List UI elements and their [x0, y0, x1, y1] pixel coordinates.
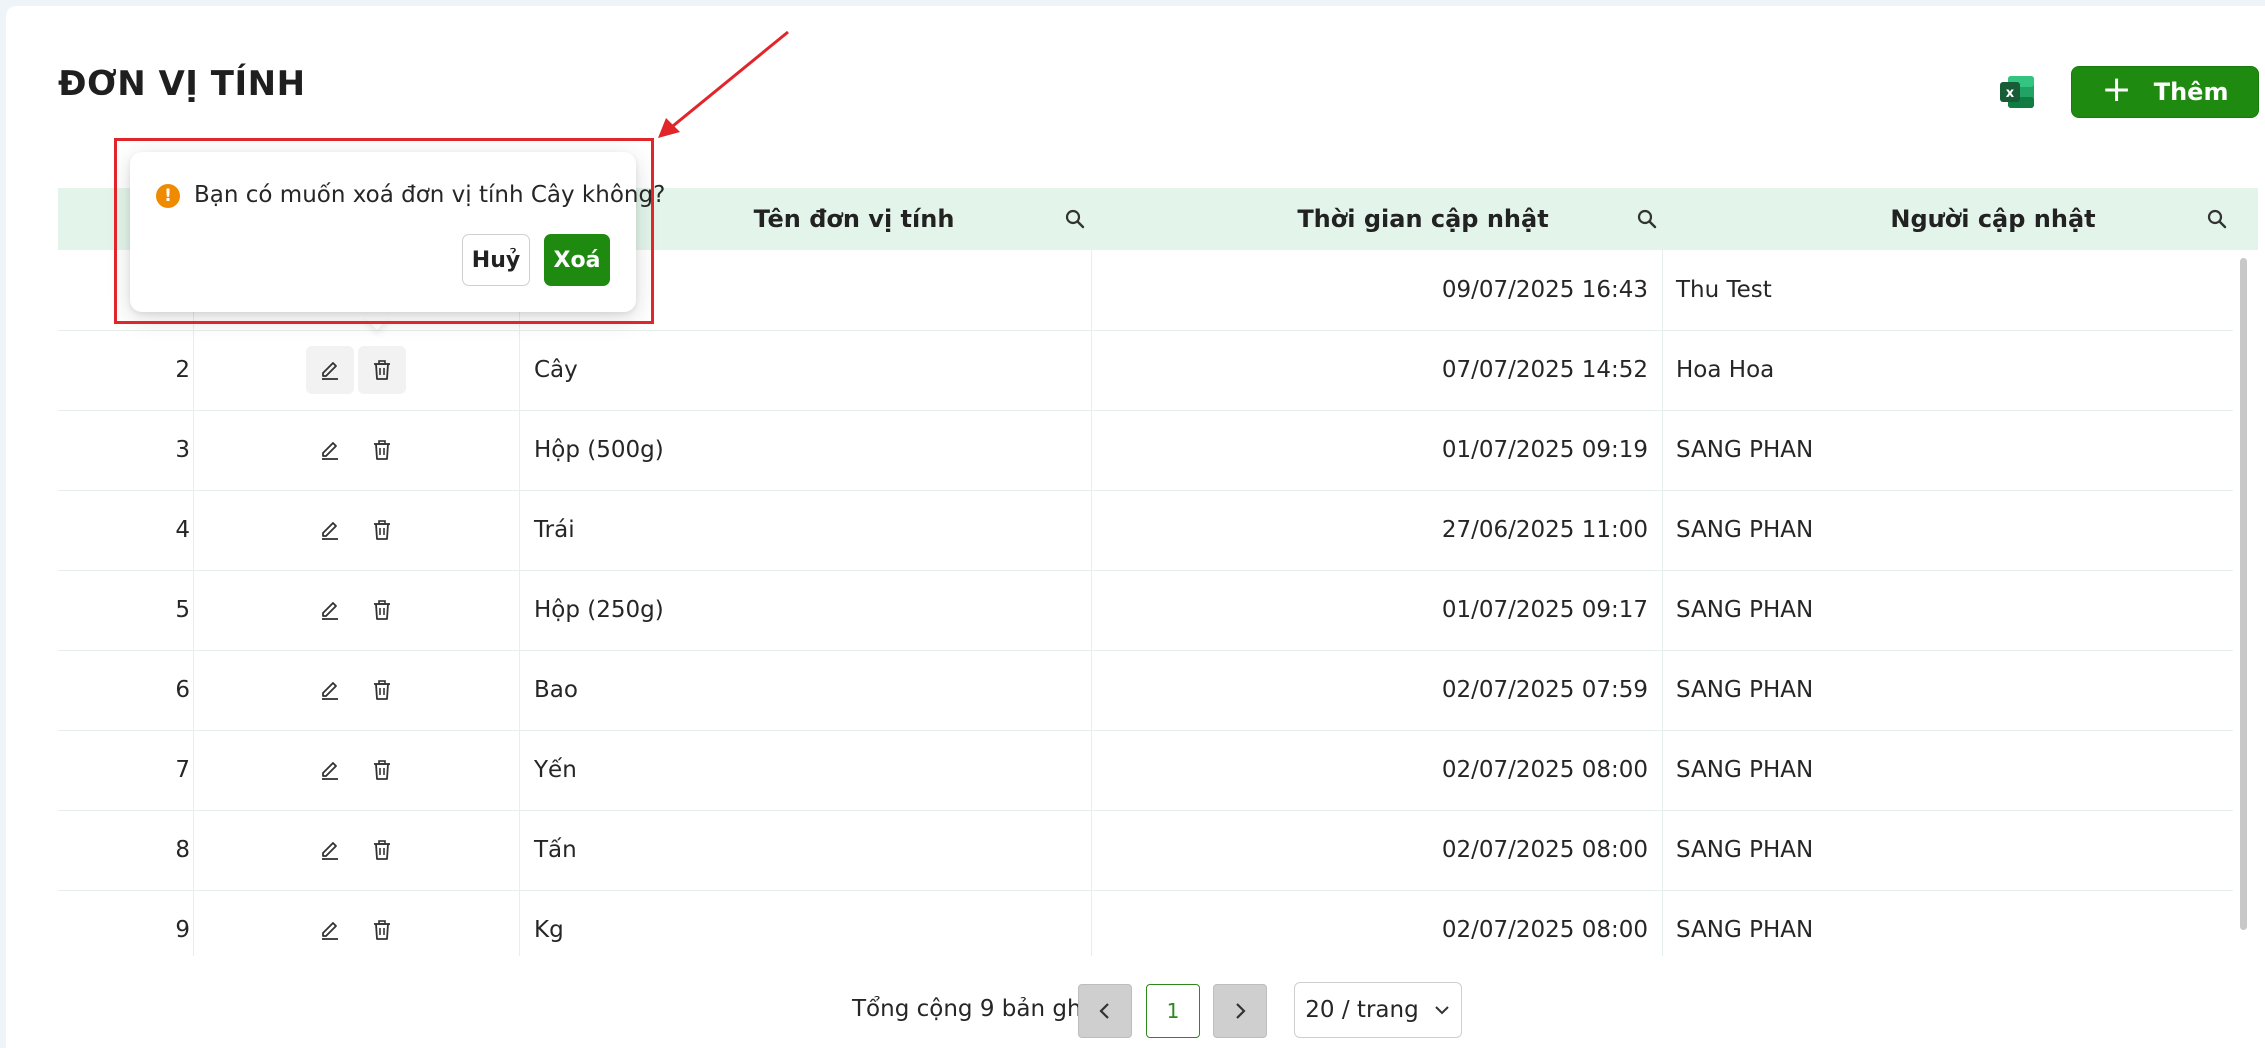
- row-updated-time: 02/07/2025 07:59: [1441, 677, 1648, 703]
- edit-icon[interactable]: [306, 346, 354, 394]
- delete-icon[interactable]: [358, 746, 406, 794]
- search-icon[interactable]: [1064, 208, 1086, 230]
- cancel-button[interactable]: Huỷ: [462, 234, 530, 286]
- row-updated-time: 07/07/2025 14:52: [1441, 357, 1648, 383]
- row-updated-by: SANG PHAN: [1676, 837, 1814, 863]
- edit-icon[interactable]: [306, 746, 354, 794]
- confirm-delete-button[interactable]: Xoá: [544, 234, 610, 286]
- popover-message: Bạn có muốn xoá đơn vị tính Cây không?: [194, 182, 666, 208]
- table-row: 4 Trái 27/06/2025 11:00 SANG PHAN: [58, 490, 2233, 571]
- edit-icon[interactable]: [306, 586, 354, 634]
- row-updated-by: SANG PHAN: [1676, 677, 1814, 703]
- edit-icon[interactable]: [306, 506, 354, 554]
- row-unit-name: Bao: [534, 677, 578, 703]
- chevron-right-icon: [1236, 1003, 1246, 1019]
- row-updated-by: SANG PHAN: [1676, 517, 1814, 543]
- row-updated-by: SANG PHAN: [1676, 757, 1814, 783]
- edit-icon[interactable]: [306, 906, 354, 954]
- row-unit-name: Trái: [534, 517, 575, 543]
- delete-confirm-popover: ! Bạn có muốn xoá đơn vị tính Cây không?…: [130, 152, 665, 312]
- table-row: 3 Hộp (500g) 01/07/2025 09:19 SANG PHAN: [58, 410, 2233, 491]
- row-stt: 3: [175, 437, 190, 463]
- edit-icon[interactable]: [306, 666, 354, 714]
- chevron-down-icon: [1434, 1006, 1449, 1015]
- delete-icon[interactable]: [358, 506, 406, 554]
- row-unit-name: Yến: [534, 757, 577, 783]
- row-unit-name: Cây: [534, 357, 578, 383]
- delete-icon[interactable]: [358, 346, 406, 394]
- edit-icon[interactable]: [306, 826, 354, 874]
- add-button[interactable]: + Thêm: [2071, 66, 2259, 118]
- row-unit-name: Hộp (500g): [534, 437, 664, 463]
- row-unit-name: Tấn: [534, 837, 577, 863]
- table-row: 6 Bao 02/07/2025 07:59 SANG PHAN: [58, 650, 2233, 731]
- prev-page-button[interactable]: [1078, 984, 1132, 1038]
- total-records-label: Tổng cộng 9 bản ghi: [852, 996, 1088, 1022]
- chevron-left-icon: [1099, 1003, 1109, 1019]
- warning-icon: !: [156, 184, 180, 208]
- row-updated-time: 02/07/2025 08:00: [1441, 837, 1648, 863]
- row-updated-time: 01/07/2025 09:19: [1441, 437, 1648, 463]
- row-stt: 8: [175, 837, 190, 863]
- delete-icon[interactable]: [358, 906, 406, 954]
- table-row: 7 Yến 02/07/2025 08:00 SANG PHAN: [58, 730, 2233, 811]
- page-size-select[interactable]: 20 / trang: [1294, 982, 1462, 1038]
- next-page-button[interactable]: [1213, 984, 1267, 1038]
- search-icon[interactable]: [1636, 208, 1658, 230]
- row-updated-by: Thu Test: [1676, 277, 1772, 303]
- row-updated-by: SANG PHAN: [1676, 597, 1814, 623]
- delete-icon[interactable]: [358, 586, 406, 634]
- edit-icon[interactable]: [306, 426, 354, 474]
- row-updated-time: 02/07/2025 08:00: [1441, 917, 1648, 943]
- row-updated-by: Hoa Hoa: [1676, 357, 1775, 383]
- row-unit-name: Hộp (250g): [534, 597, 664, 623]
- page-size-value: 20 / trang: [1305, 997, 1419, 1023]
- table-body: 09/07/2025 16:43 Thu Test 2 Cây 07/07/2025 1…: [58, 250, 2233, 956]
- delete-icon[interactable]: [358, 426, 406, 474]
- table-row: 9 Kg 02/07/2025 08:00 SANG PHAN: [58, 890, 2233, 956]
- table-row: 2 Cây 07/07/2025 14:52 Hoa Hoa: [58, 330, 2233, 411]
- page-title: ĐƠN VỊ TÍNH: [58, 64, 306, 104]
- row-updated-by: SANG PHAN: [1676, 437, 1814, 463]
- table-row: 5 Hộp (250g) 01/07/2025 09:17 SANG PHAN: [58, 570, 2233, 651]
- row-stt: 2: [175, 357, 190, 383]
- svg-text:x: x: [2006, 86, 2015, 101]
- row-stt: 5: [175, 597, 190, 623]
- page-1-button[interactable]: 1: [1146, 984, 1200, 1038]
- row-updated-time: 27/06/2025 11:00: [1441, 517, 1648, 543]
- row-stt: 4: [175, 517, 190, 543]
- search-icon[interactable]: [2206, 208, 2228, 230]
- row-updated-time: 02/07/2025 08:00: [1441, 757, 1648, 783]
- row-stt: 7: [175, 757, 190, 783]
- add-button-label: Thêm: [2153, 78, 2229, 106]
- row-updated-time: 01/07/2025 09:17: [1441, 597, 1648, 623]
- row-unit-name: Kg: [534, 917, 564, 943]
- delete-icon[interactable]: [358, 826, 406, 874]
- delete-icon[interactable]: [358, 666, 406, 714]
- row-updated-by: SANG PHAN: [1676, 917, 1814, 943]
- plus-icon: +: [2101, 69, 2132, 110]
- row-stt: 6: [175, 677, 190, 703]
- excel-icon[interactable]: x: [1998, 74, 2036, 110]
- table-scrollbar[interactable]: [2240, 258, 2247, 930]
- row-updated-time: 09/07/2025 16:43: [1441, 277, 1648, 303]
- row-stt: 9: [175, 917, 190, 943]
- table-row: 8 Tấn 02/07/2025 08:00 SANG PHAN: [58, 810, 2233, 891]
- col-header-user: Người cập nhật: [1890, 205, 2096, 233]
